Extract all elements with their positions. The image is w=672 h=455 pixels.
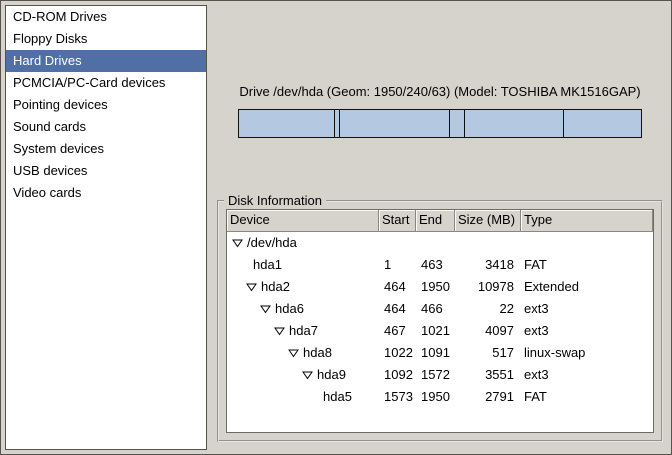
disk-information-table: Device Start End Size (MB) Type /dev/hda bbox=[226, 209, 654, 433]
start-cell: 464 bbox=[379, 298, 416, 320]
type-cell bbox=[521, 232, 653, 254]
size-cell: 3551 bbox=[455, 364, 521, 386]
partition-divider bbox=[563, 110, 564, 137]
type-cell: linux-swap bbox=[521, 342, 653, 364]
type-cell: Extended bbox=[521, 276, 653, 298]
disk-information-groupbox: Disk Information Device Start End Size (… bbox=[217, 200, 663, 442]
expander-icon[interactable] bbox=[288, 348, 300, 358]
start-cell: 1 bbox=[379, 254, 416, 276]
type-cell: ext3 bbox=[521, 364, 653, 386]
partition-divider bbox=[449, 110, 450, 137]
sidebar-item-sound-cards[interactable]: Sound cards bbox=[6, 116, 206, 138]
type-cell: ext3 bbox=[521, 298, 653, 320]
size-cell: 2791 bbox=[455, 386, 521, 408]
sidebar-item-hard-drives[interactable]: Hard Drives bbox=[6, 50, 206, 72]
column-header-end[interactable]: End bbox=[416, 210, 455, 232]
table-row[interactable]: hda8 1022 1091 517 linux-swap bbox=[227, 342, 653, 364]
partition-divider bbox=[334, 110, 335, 137]
device-name: hda2 bbox=[261, 276, 290, 298]
sidebar-item-pointing-devices[interactable]: Pointing devices bbox=[6, 94, 206, 116]
start-cell: 467 bbox=[379, 320, 416, 342]
drive-title: Drive /dev/hda (Geom: 1950/240/63) (Mode… bbox=[217, 84, 663, 99]
device-cell: hda7 bbox=[227, 320, 379, 342]
table-row[interactable]: hda6 464 466 22 ext3 bbox=[227, 298, 653, 320]
end-cell bbox=[416, 232, 455, 254]
end-cell: 466 bbox=[416, 298, 455, 320]
device-cell: hda1 bbox=[227, 254, 379, 276]
start-cell: 1573 bbox=[379, 386, 416, 408]
table-row[interactable]: hda9 1092 1572 3551 ext3 bbox=[227, 364, 653, 386]
disk-information-label: Disk Information bbox=[224, 193, 326, 208]
start-cell bbox=[379, 232, 416, 254]
start-cell: 1092 bbox=[379, 364, 416, 386]
expander-icon[interactable] bbox=[260, 304, 272, 314]
table-header: Device Start End Size (MB) Type bbox=[227, 210, 653, 232]
partition-divider bbox=[464, 110, 465, 137]
sidebar-item-cdrom-drives[interactable]: CD-ROM Drives bbox=[6, 6, 206, 28]
start-cell: 1022 bbox=[379, 342, 416, 364]
device-name: hda7 bbox=[289, 320, 318, 342]
type-cell: ext3 bbox=[521, 320, 653, 342]
size-cell: 517 bbox=[455, 342, 521, 364]
device-category-list: CD-ROM Drives Floppy Disks Hard Drives P… bbox=[5, 5, 207, 450]
end-cell: 1021 bbox=[416, 320, 455, 342]
device-cell: hda9 bbox=[227, 364, 379, 386]
expander-icon[interactable] bbox=[274, 326, 286, 336]
disk-partition-bar bbox=[238, 109, 642, 138]
start-cell: 464 bbox=[379, 276, 416, 298]
expander-icon[interactable] bbox=[246, 282, 258, 292]
end-cell: 1950 bbox=[416, 386, 455, 408]
table-row[interactable]: hda2 464 1950 10978 Extended bbox=[227, 276, 653, 298]
device-cell: hda5 bbox=[227, 386, 379, 408]
sidebar-item-usb-devices[interactable]: USB devices bbox=[6, 160, 206, 182]
sidebar-item-floppy-disks[interactable]: Floppy Disks bbox=[6, 28, 206, 50]
expander-icon[interactable] bbox=[232, 238, 244, 248]
end-cell: 1950 bbox=[416, 276, 455, 298]
device-name: hda8 bbox=[303, 342, 332, 364]
table-row[interactable]: hda5 1573 1950 2791 FAT bbox=[227, 386, 653, 408]
column-header-size[interactable]: Size (MB) bbox=[455, 210, 521, 232]
column-header-start[interactable]: Start bbox=[379, 210, 416, 232]
hardware-browser-window: CD-ROM Drives Floppy Disks Hard Drives P… bbox=[0, 0, 672, 455]
size-cell: 4097 bbox=[455, 320, 521, 342]
column-header-device[interactable]: Device bbox=[227, 210, 379, 232]
size-cell: 22 bbox=[455, 298, 521, 320]
column-header-type[interactable]: Type bbox=[521, 210, 653, 232]
expander-icon[interactable] bbox=[302, 370, 314, 380]
sidebar-item-system-devices[interactable]: System devices bbox=[6, 138, 206, 160]
table-row[interactable]: /dev/hda bbox=[227, 232, 653, 254]
table-row[interactable]: hda7 467 1021 4097 ext3 bbox=[227, 320, 653, 342]
table-row[interactable]: hda1 1 463 3418 FAT bbox=[227, 254, 653, 276]
size-cell bbox=[455, 232, 521, 254]
type-cell: FAT bbox=[521, 254, 653, 276]
end-cell: 1091 bbox=[416, 342, 455, 364]
device-name: /dev/hda bbox=[247, 232, 297, 254]
device-name: hda6 bbox=[275, 298, 304, 320]
sidebar-item-video-cards[interactable]: Video cards bbox=[6, 182, 206, 204]
partition-divider bbox=[339, 110, 340, 137]
size-cell: 3418 bbox=[455, 254, 521, 276]
size-cell: 10978 bbox=[455, 276, 521, 298]
end-cell: 1572 bbox=[416, 364, 455, 386]
type-cell: FAT bbox=[521, 386, 653, 408]
main-panel: Drive /dev/hda (Geom: 1950/240/63) (Mode… bbox=[211, 1, 671, 454]
device-cell: /dev/hda bbox=[227, 232, 379, 254]
device-name: hda5 bbox=[323, 386, 352, 408]
device-cell: hda6 bbox=[227, 298, 379, 320]
device-cell: hda8 bbox=[227, 342, 379, 364]
end-cell: 463 bbox=[416, 254, 455, 276]
device-name: hda9 bbox=[317, 364, 346, 386]
device-name: hda1 bbox=[253, 254, 282, 276]
device-cell: hda2 bbox=[227, 276, 379, 298]
sidebar-item-pcmcia-devices[interactable]: PCMCIA/PC-Card devices bbox=[6, 72, 206, 94]
